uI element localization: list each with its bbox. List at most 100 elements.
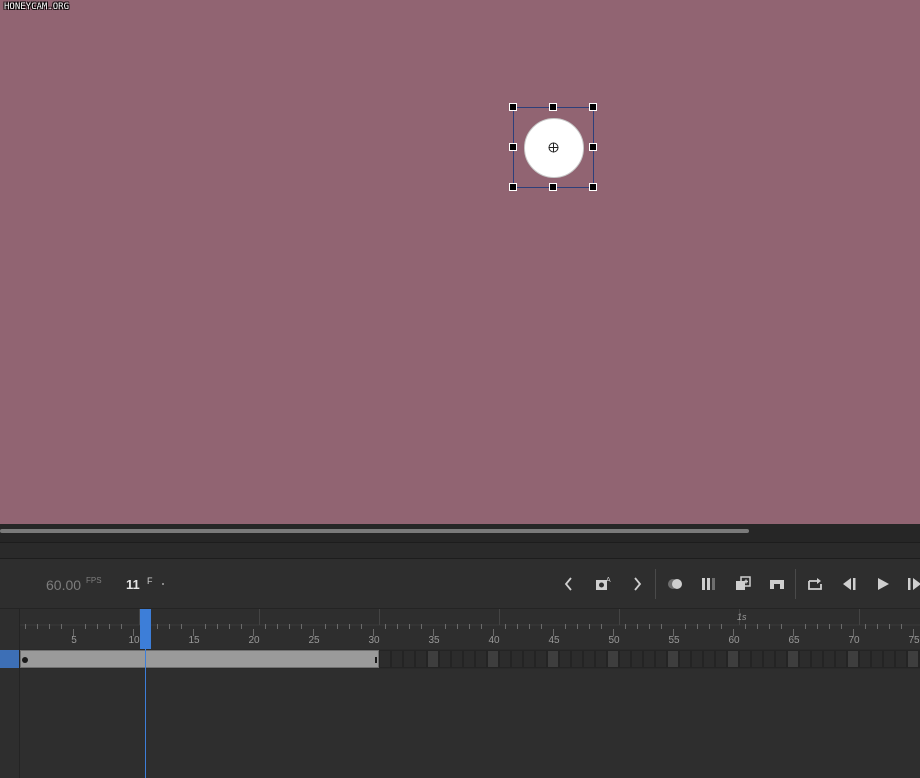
ruler-tick-label: 25: [308, 635, 320, 646]
edit-multiple-frames-button[interactable]: [699, 574, 719, 594]
clip-frames-button[interactable]: [767, 574, 787, 594]
layer-panel-column: [0, 609, 20, 778]
play-icon: [878, 578, 889, 590]
timeline-controls-bar: 60.00 FPS 11 F A: [0, 559, 920, 609]
chevron-left-icon: [564, 577, 572, 591]
transform-handle-top-left[interactable]: [509, 103, 517, 111]
toolbar-separator: [655, 569, 656, 599]
frame-cell: [595, 650, 607, 668]
frame-cell: [823, 650, 835, 668]
frame-cell: [559, 650, 571, 668]
frame-cell: [451, 650, 463, 668]
frame-cell: [883, 650, 895, 668]
transform-handle-right[interactable]: [589, 143, 597, 151]
transform-handle-left[interactable]: [509, 143, 517, 151]
current-frame-value[interactable]: 11: [126, 577, 140, 592]
ruler-tick-label: 5: [71, 635, 77, 646]
prev-keyframe-button[interactable]: [559, 574, 579, 594]
frame-cell: [667, 650, 679, 668]
stage-horizontal-scrollbar[interactable]: [0, 524, 920, 542]
step-forward-button[interactable]: [904, 574, 920, 594]
ruler-tick-label: 55: [668, 635, 680, 646]
chevron-right-icon: [634, 577, 642, 591]
ruler-tick-label: 75: [908, 635, 920, 646]
frame-cell: [847, 650, 859, 668]
frame-cell: [535, 650, 547, 668]
insert-keyframe-icon: A: [596, 577, 611, 590]
frame-cell: [511, 650, 523, 668]
next-keyframe-button[interactable]: [627, 574, 647, 594]
toolbar-separator: [795, 569, 796, 599]
frame-ruler-ticks: 5 10 15 20 25 30 35 40 45 50 55 60 65 70 75 1s: [20, 609, 920, 646]
transform-handle-bottom-right[interactable]: [589, 183, 597, 191]
frame-cell: [655, 650, 667, 668]
frame-ruler[interactable]: 5 10 15 20 25 30 35 40 45 50 55 60 65 70 75 1s: [20, 609, 920, 649]
timeline-empty-area[interactable]: [20, 669, 920, 778]
paste-frames-button[interactable]: [733, 574, 753, 594]
registration-point-icon[interactable]: [548, 142, 559, 153]
svg-text:A: A: [606, 577, 611, 584]
transform-handle-top-right[interactable]: [589, 103, 597, 111]
play-button[interactable]: [873, 574, 893, 594]
step-back-button[interactable]: [839, 574, 859, 594]
frame-cell: [871, 650, 883, 668]
frame-span[interactable]: [20, 650, 379, 668]
edit-multiple-frames-icon: [702, 578, 715, 590]
ruler-tick-label: 70: [848, 635, 860, 646]
frame-cell: [499, 650, 511, 668]
scrollbar-thumb[interactable]: [0, 529, 749, 533]
frame-dropdown-dot: [162, 583, 164, 585]
frame-cell: [835, 650, 847, 668]
ruler-tick-label: 50: [608, 635, 620, 646]
frame-unit-label: F: [147, 576, 153, 586]
frame-cell: [679, 650, 691, 668]
frame-cell: [379, 650, 391, 668]
panel-divider[interactable]: [0, 542, 920, 559]
keyframe-start-marker[interactable]: [22, 657, 28, 663]
frame-cell: [571, 650, 583, 668]
frame-cell: [643, 650, 655, 668]
stage-canvas[interactable]: HONEYCAM.ORG: [0, 0, 920, 524]
frame-cell: [427, 650, 439, 668]
playhead-line: [145, 640, 146, 778]
step-forward-icon: [908, 578, 920, 590]
frame-cell: [487, 650, 499, 668]
frame-cell: [439, 650, 451, 668]
onion-skin-button[interactable]: [665, 574, 685, 594]
watermark: HONEYCAM.ORG: [4, 2, 70, 12]
frame-cell: [631, 650, 643, 668]
ruler-tick-label: 60: [728, 635, 740, 646]
ruler-tick-label: 20: [248, 635, 260, 646]
ruler-tick-label: 15: [188, 635, 200, 646]
frame-cell: [811, 650, 823, 668]
ruler-tick-label: 40: [488, 635, 500, 646]
frame-cell: [799, 650, 811, 668]
ruler-tick-label: 10: [128, 635, 140, 646]
onion-skin-icon: [668, 579, 682, 589]
frame-cell: [415, 650, 427, 668]
frame-cell: [691, 650, 703, 668]
frame-cell: [787, 650, 799, 668]
loop-button[interactable]: [805, 574, 825, 594]
fps-unit-label: FPS: [86, 576, 102, 585]
span-end-marker: [375, 657, 377, 663]
insert-keyframe-button[interactable]: A: [593, 574, 613, 594]
transform-handle-bottom-left[interactable]: [509, 183, 517, 191]
fps-value[interactable]: 60.00: [46, 577, 81, 593]
transform-handle-top[interactable]: [549, 103, 557, 111]
frame-cell: [607, 650, 619, 668]
frame-cell: [907, 650, 919, 668]
frame-cell: [703, 650, 715, 668]
ruler-tick-label: 30: [368, 635, 380, 646]
frame-cell: [763, 650, 775, 668]
transform-handle-bottom[interactable]: [549, 183, 557, 191]
frame-cell: [391, 650, 403, 668]
animate-editor: HONEYCAM.ORG 60.00 FPS 11 F A 5 10 15 20…: [0, 0, 920, 778]
selected-layer-indicator[interactable]: [0, 650, 19, 668]
frame-cell: [859, 650, 871, 668]
frame-cell: [523, 650, 535, 668]
frame-cell: [715, 650, 727, 668]
frame-cell: [403, 650, 415, 668]
ruler-tick-label: 65: [788, 635, 800, 646]
frame-cell: [547, 650, 559, 668]
